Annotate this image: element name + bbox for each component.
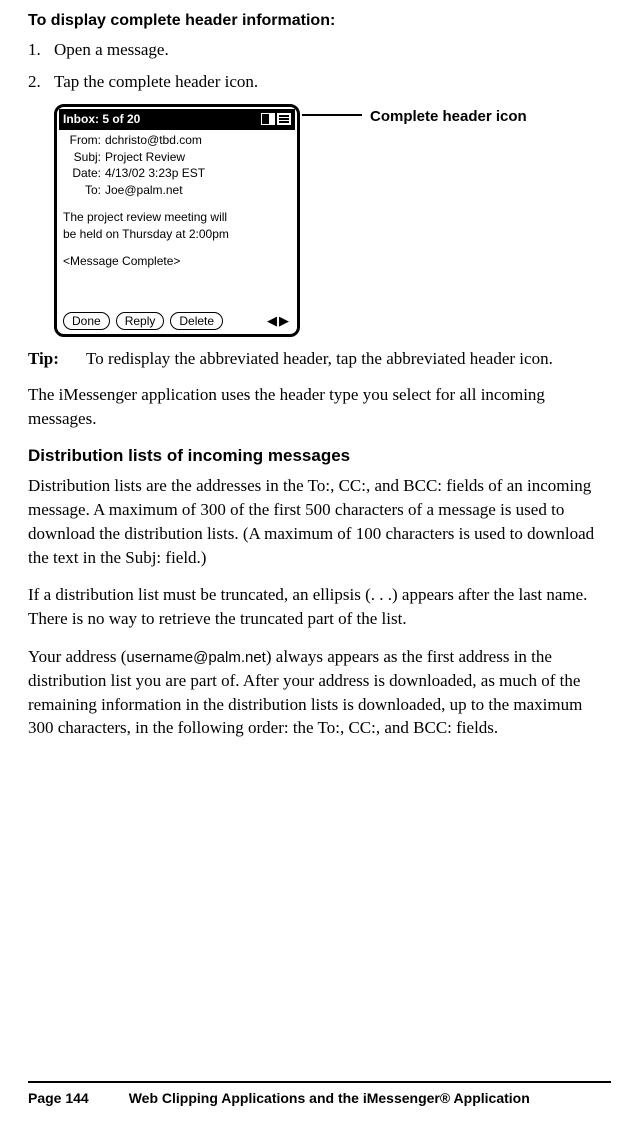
paragraph-4: Your address (username@palm.net) always … — [28, 645, 611, 740]
abbreviated-header-icon — [277, 113, 291, 125]
distribution-heading: Distribution lists of incoming messages — [28, 444, 611, 468]
paragraph-2: Distribution lists are the addresses in … — [28, 474, 611, 569]
page-footer: Page 144 Web Clipping Applications and t… — [28, 1081, 611, 1109]
to-value: Joe@palm.net — [105, 182, 183, 199]
nav-arrows-icon: ◀▶ — [267, 312, 291, 330]
paragraph-4a: Your address ( — [28, 647, 126, 666]
message-complete: <Message Complete> — [63, 253, 291, 270]
from-label: From: — [63, 132, 101, 149]
to-label: To: — [63, 182, 101, 199]
step-1-text: Open a message. — [54, 38, 169, 62]
reply-button: Reply — [116, 312, 165, 330]
tip-text: To redisplay the abbreviated header, tap… — [86, 347, 553, 371]
tip-row: Tip: To redisplay the abbreviated header… — [28, 347, 611, 371]
username-example: username@palm.net — [126, 649, 265, 666]
inbox-title: Inbox: 5 of 20 — [63, 111, 140, 128]
subj-value: Project Review — [105, 149, 185, 166]
body-line-2: be held on Thursday at 2:00pm — [63, 226, 291, 243]
body-line-1: The project review meeting will — [63, 209, 291, 226]
titlebar-icons — [261, 113, 291, 125]
callout-line — [302, 114, 362, 116]
date-label: Date: — [63, 165, 101, 182]
procedure-heading: To display complete header information: — [28, 10, 611, 32]
page-number: Page 144 — [28, 1089, 89, 1109]
delete-button: Delete — [170, 312, 223, 330]
device-body: From:dchristo@tbd.com Subj:Project Revie… — [59, 130, 295, 310]
step-list: 1. Open a message. 2. Tap the complete h… — [28, 38, 611, 94]
paragraph-3: If a distribution list must be truncated… — [28, 583, 611, 631]
callout-label: Complete header icon — [370, 106, 527, 127]
from-value: dchristo@tbd.com — [105, 132, 202, 149]
done-button: Done — [63, 312, 110, 330]
device-titlebar: Inbox: 5 of 20 — [59, 109, 295, 130]
figure-row: Inbox: 5 of 20 From:dchristo@tbd.com Sub… — [54, 104, 611, 337]
device-buttons: Done Reply Delete ◀▶ — [59, 310, 295, 332]
device-screenshot: Inbox: 5 of 20 From:dchristo@tbd.com Sub… — [54, 104, 300, 337]
step-2-text: Tap the complete header icon. — [54, 70, 258, 94]
step-2: 2. Tap the complete header icon. — [28, 70, 611, 94]
date-value: 4/13/02 3:23p EST — [105, 165, 205, 182]
complete-header-icon — [261, 113, 275, 125]
step-2-number: 2. — [28, 70, 54, 94]
chapter-title: Web Clipping Applications and the iMesse… — [129, 1089, 530, 1109]
paragraph-1: The iMessenger application uses the head… — [28, 383, 611, 431]
step-1-number: 1. — [28, 38, 54, 62]
step-1: 1. Open a message. — [28, 38, 611, 62]
tip-label: Tip: — [28, 347, 86, 371]
subj-label: Subj: — [63, 149, 101, 166]
